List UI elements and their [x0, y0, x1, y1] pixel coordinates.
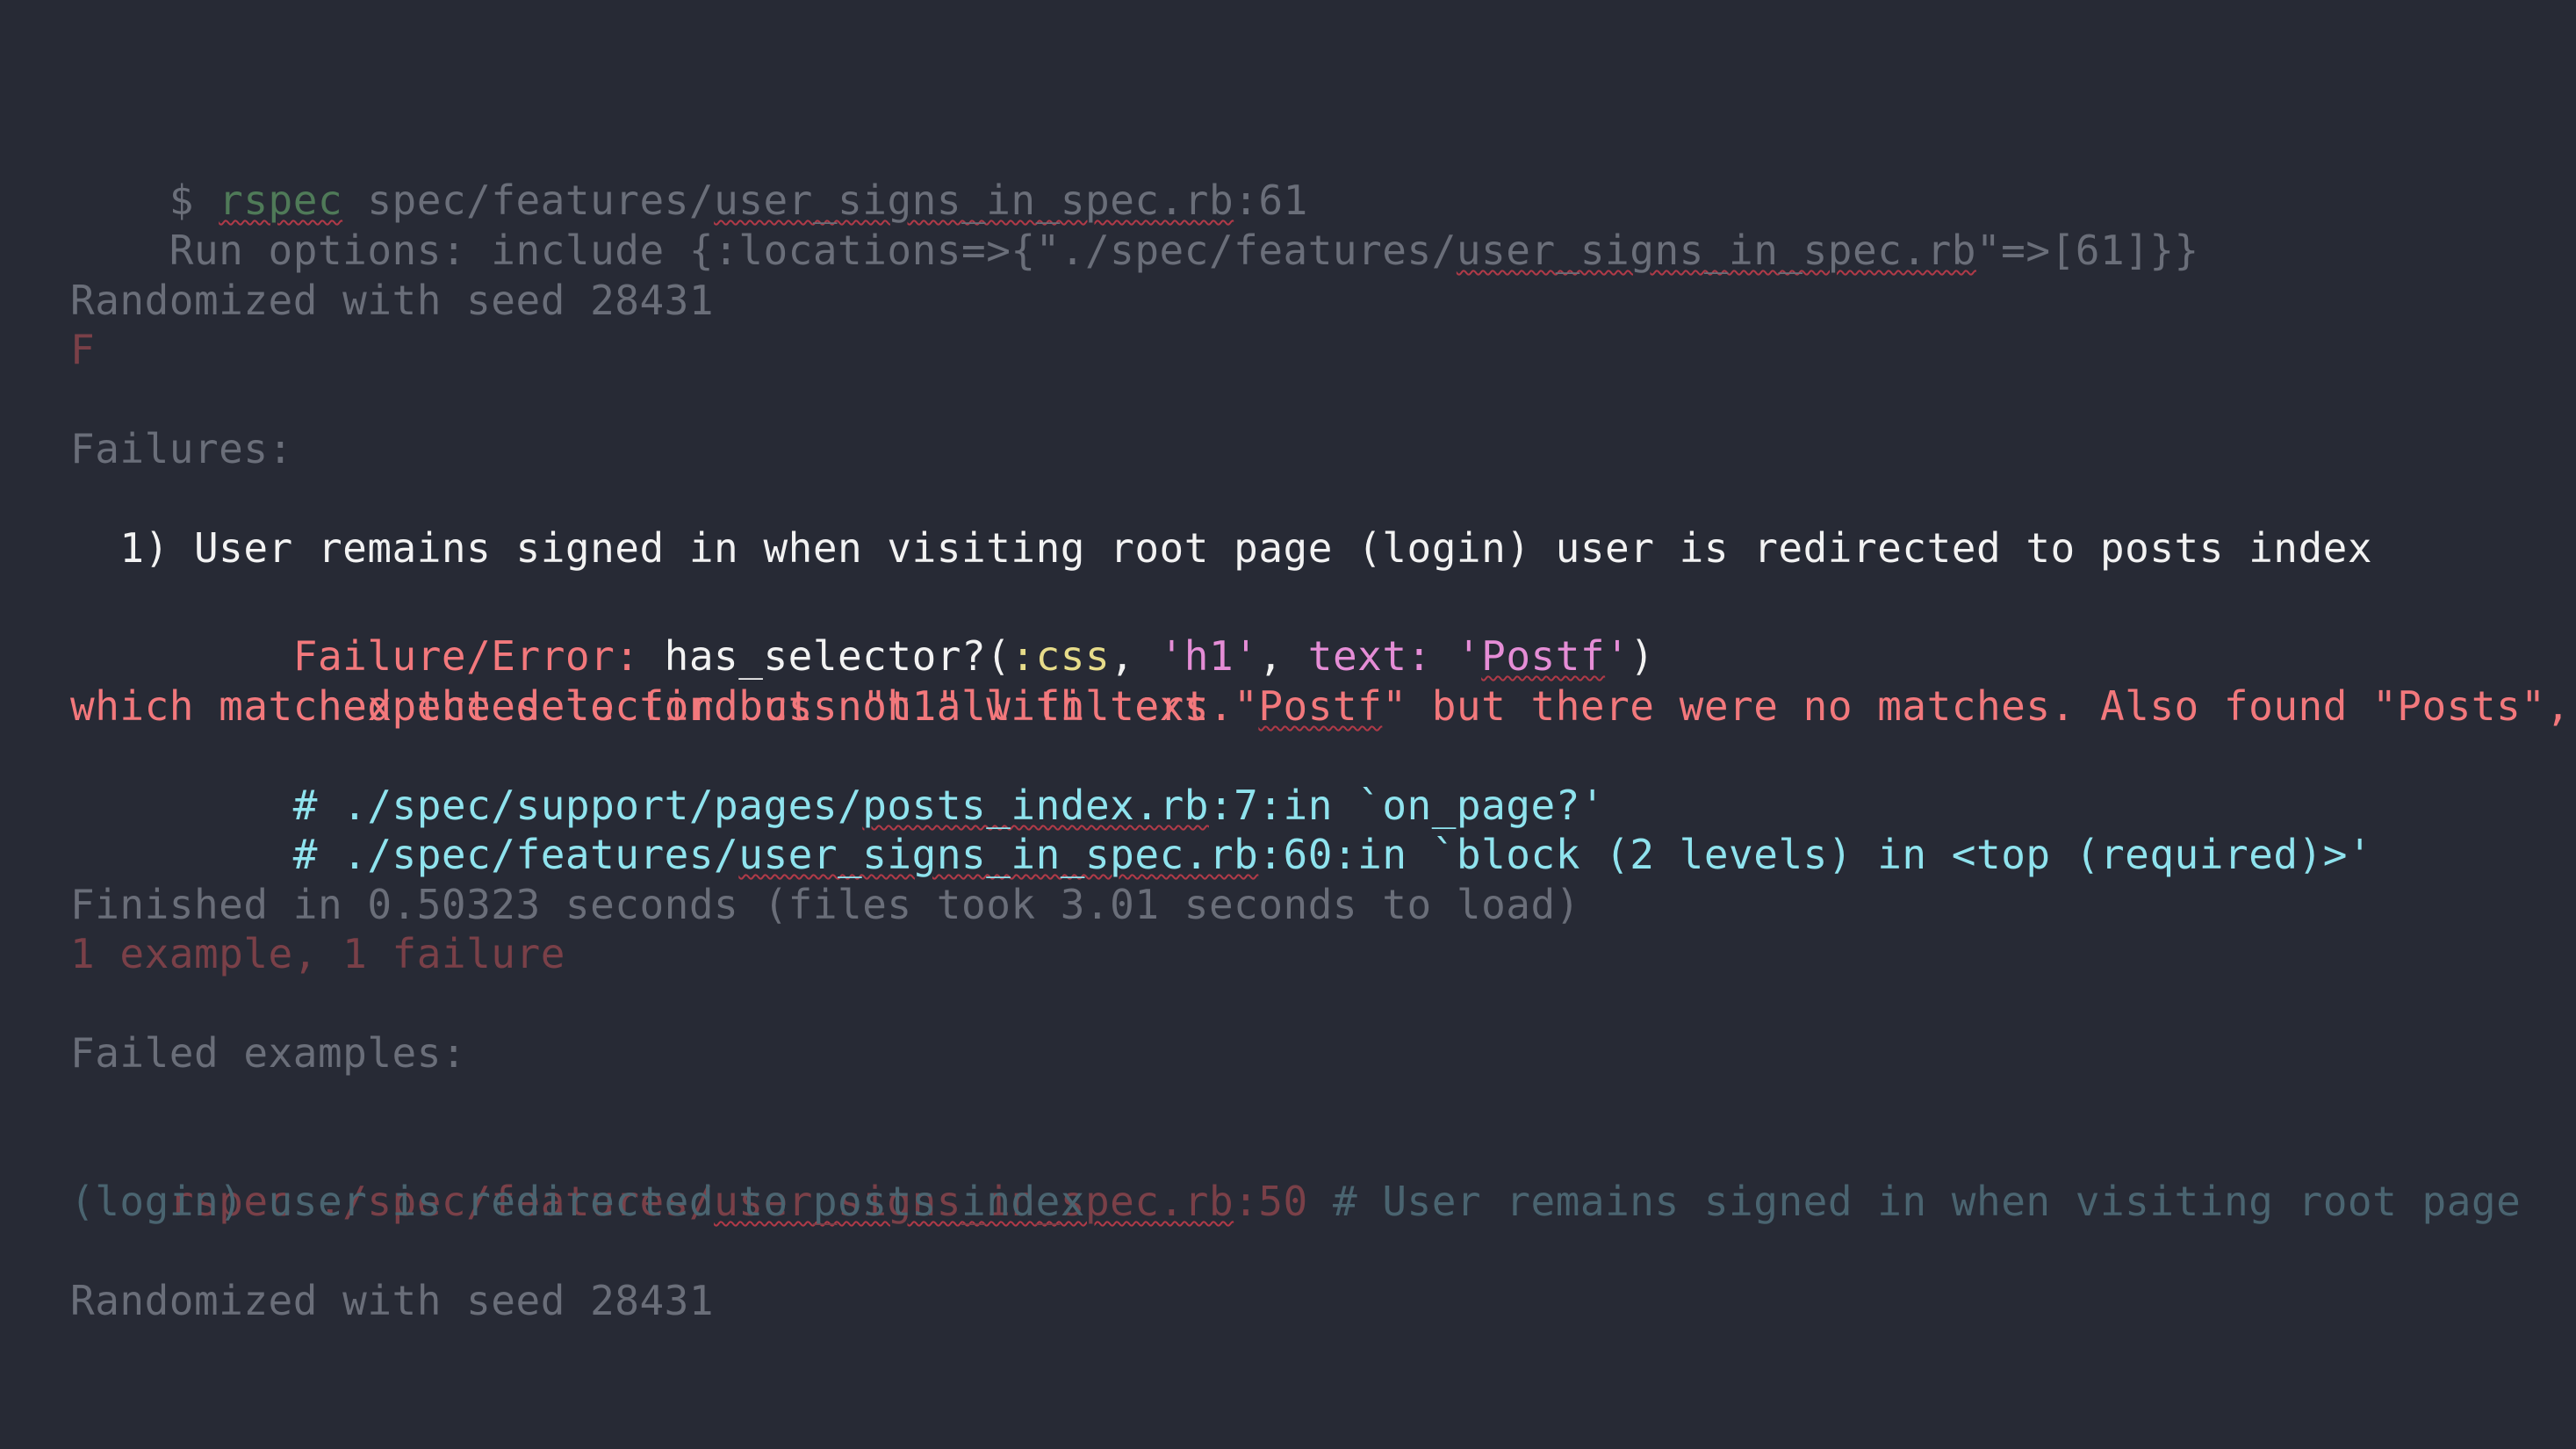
seed-line: Randomized with seed 28431	[70, 277, 715, 324]
failure-title: 1) User remains signed in when visiting …	[70, 524, 2373, 572]
summary-line: 1 example, 1 failure	[70, 930, 565, 977]
finished-timing-line: Finished in 0.50323 seconds (files took …	[70, 881, 1580, 928]
rerun-comment-continued: (login) user is redirected to posts inde…	[70, 1178, 1085, 1225]
progress-indicator: F	[70, 326, 96, 373]
expectation-message-continued: which matched the selector but not all f…	[70, 682, 1234, 730]
failures-heading: Failures:	[70, 425, 293, 472]
rerun-comment: # User remains signed in when visiting r…	[1307, 1178, 2522, 1225]
seed-line-footer: Randomized with seed 28431	[70, 1277, 715, 1324]
failed-examples-heading: Failed examples:	[70, 1029, 467, 1077]
terminal-window: $ rspec spec/features/user_signs_in_spec…	[0, 0, 2576, 1449]
